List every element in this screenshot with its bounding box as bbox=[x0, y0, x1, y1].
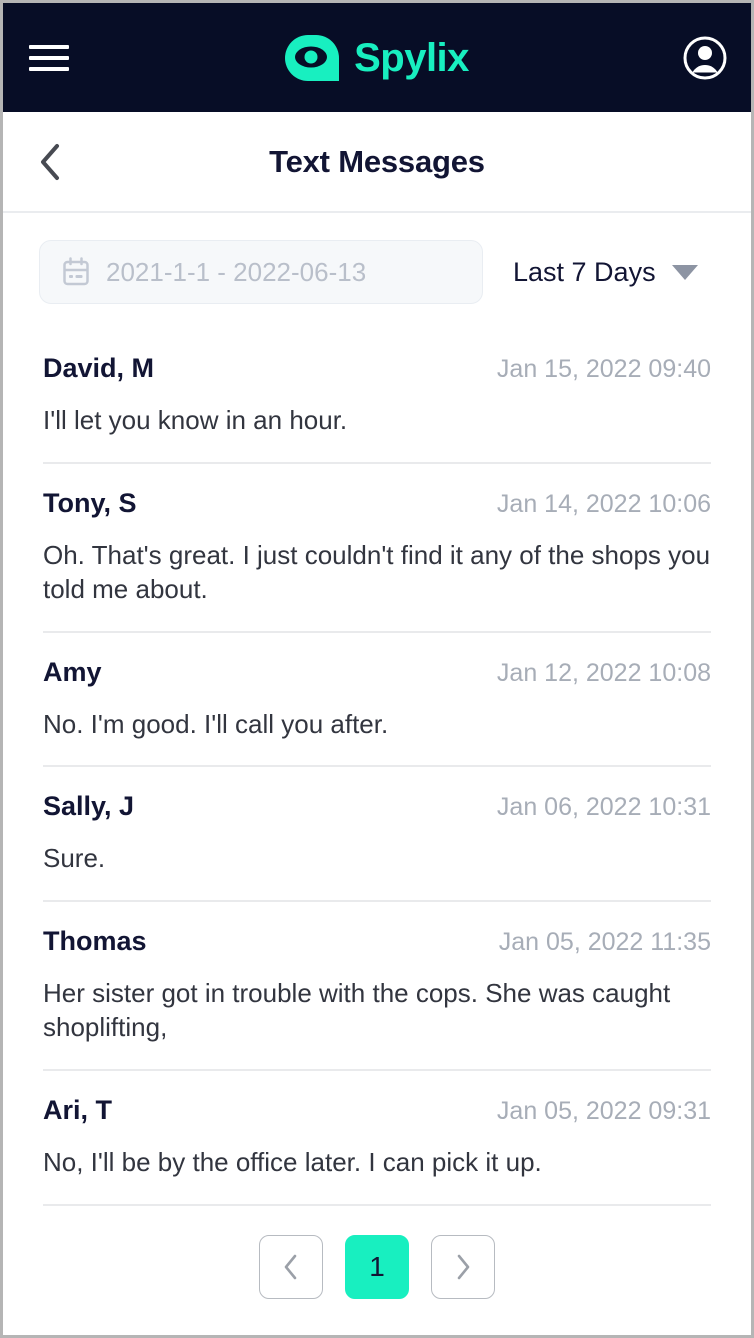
message-row-header: Tony, S Jan 14, 2022 10:06 bbox=[43, 474, 711, 519]
top-navigation-bar: Spylix bbox=[3, 3, 751, 112]
filter-bar: 2021-1-1 - 2022-06-13 Last 7 Days bbox=[3, 213, 751, 329]
table-row[interactable]: Amy Jan 12, 2022 10:08 No. I'm good. I'l… bbox=[43, 633, 711, 768]
table-row[interactable]: Tony, S Jan 14, 2022 10:06 Oh. That's gr… bbox=[43, 464, 711, 633]
hamburger-line bbox=[29, 55, 69, 60]
page-title: Text Messages bbox=[269, 143, 485, 179]
message-text: No, I'll be by the office later. I can p… bbox=[43, 1147, 542, 1178]
table-row[interactable]: Sally, J Jan 06, 2022 10:31 Sure. bbox=[43, 767, 711, 902]
message-text: Sure. bbox=[43, 843, 106, 874]
pagination-page-1[interactable]: 1 bbox=[345, 1234, 409, 1299]
pagination-next-button[interactable] bbox=[431, 1234, 495, 1299]
hamburger-line bbox=[29, 44, 69, 49]
message-row-header: Amy Jan 12, 2022 10:08 bbox=[43, 643, 711, 688]
message-sender: Sally, J bbox=[43, 791, 135, 822]
date-range-input[interactable]: 2021-1-1 - 2022-06-13 bbox=[39, 240, 483, 304]
chevron-left-icon bbox=[41, 143, 59, 180]
spylix-eye-logo-icon bbox=[285, 34, 340, 81]
brand-logo[interactable]: Spylix bbox=[283, 33, 469, 83]
message-sender: David, M bbox=[43, 353, 155, 383]
hamburger-menu-icon[interactable] bbox=[29, 43, 69, 73]
avatar bbox=[683, 36, 727, 79]
message-timestamp: Jan 14, 2022 10:06 bbox=[496, 489, 711, 518]
message-text: Her sister got in trouble with the cops.… bbox=[43, 977, 671, 1043]
user-account-icon[interactable] bbox=[683, 36, 727, 80]
brand-name: Spylix bbox=[354, 35, 469, 80]
chevron-left-icon bbox=[284, 1254, 297, 1279]
message-timestamp: Jan 05, 2022 09:31 bbox=[496, 1097, 711, 1126]
message-sender: Ari, T bbox=[43, 1095, 113, 1126]
app-page: Spylix Text Messages 2021-1-1 - 2022-06-… bbox=[0, 0, 754, 1338]
message-timestamp: Jan 06, 2022 10:31 bbox=[496, 793, 711, 822]
message-timestamp: Jan 12, 2022 10:08 bbox=[496, 658, 711, 687]
message-sender: Tony, S bbox=[43, 487, 137, 518]
pagination-prev-button[interactable] bbox=[259, 1234, 323, 1299]
message-text: Oh. That's great. I just couldn't find i… bbox=[43, 539, 711, 605]
date-range-value: 2021-1-1 - 2022-06-13 bbox=[106, 256, 367, 287]
message-text: No. I'm good. I'll call you after. bbox=[43, 708, 389, 739]
message-row-header: Sally, J Jan 06, 2022 10:31 bbox=[43, 777, 711, 822]
message-row-header: Thomas Jan 05, 2022 11:35 bbox=[43, 912, 711, 957]
page-title-bar: Text Messages bbox=[3, 112, 751, 213]
date-preset-label: Last 7 Days bbox=[513, 256, 656, 287]
table-row[interactable]: Ari, T Jan 05, 2022 09:31 No, I'll be by… bbox=[43, 1071, 711, 1206]
date-preset-dropdown[interactable]: Last 7 Days bbox=[513, 257, 698, 288]
message-row-header: Ari, T Jan 05, 2022 09:31 bbox=[43, 1081, 711, 1126]
message-text: I'll let you know in an hour. bbox=[43, 405, 348, 435]
message-timestamp: Jan 05, 2022 11:35 bbox=[498, 927, 711, 956]
table-row[interactable]: Thomas Jan 05, 2022 11:35 Her sister got… bbox=[43, 902, 711, 1072]
calendar-icon bbox=[63, 257, 89, 286]
table-row[interactable]: David, M Jan 15, 2022 09:40 I'll let you… bbox=[43, 329, 711, 464]
message-sender: Amy bbox=[43, 656, 102, 687]
back-button[interactable] bbox=[27, 139, 73, 185]
chevron-right-icon bbox=[457, 1254, 470, 1279]
pagination: 1 bbox=[3, 1206, 751, 1328]
message-row-header: David, M Jan 15, 2022 09:40 bbox=[43, 339, 711, 384]
hamburger-line bbox=[29, 66, 69, 71]
message-timestamp: Jan 15, 2022 09:40 bbox=[496, 355, 711, 383]
message-sender: Thomas bbox=[43, 925, 147, 956]
chevron-down-icon bbox=[671, 264, 698, 280]
message-list: David, M Jan 15, 2022 09:40 I'll let you… bbox=[3, 329, 751, 1206]
